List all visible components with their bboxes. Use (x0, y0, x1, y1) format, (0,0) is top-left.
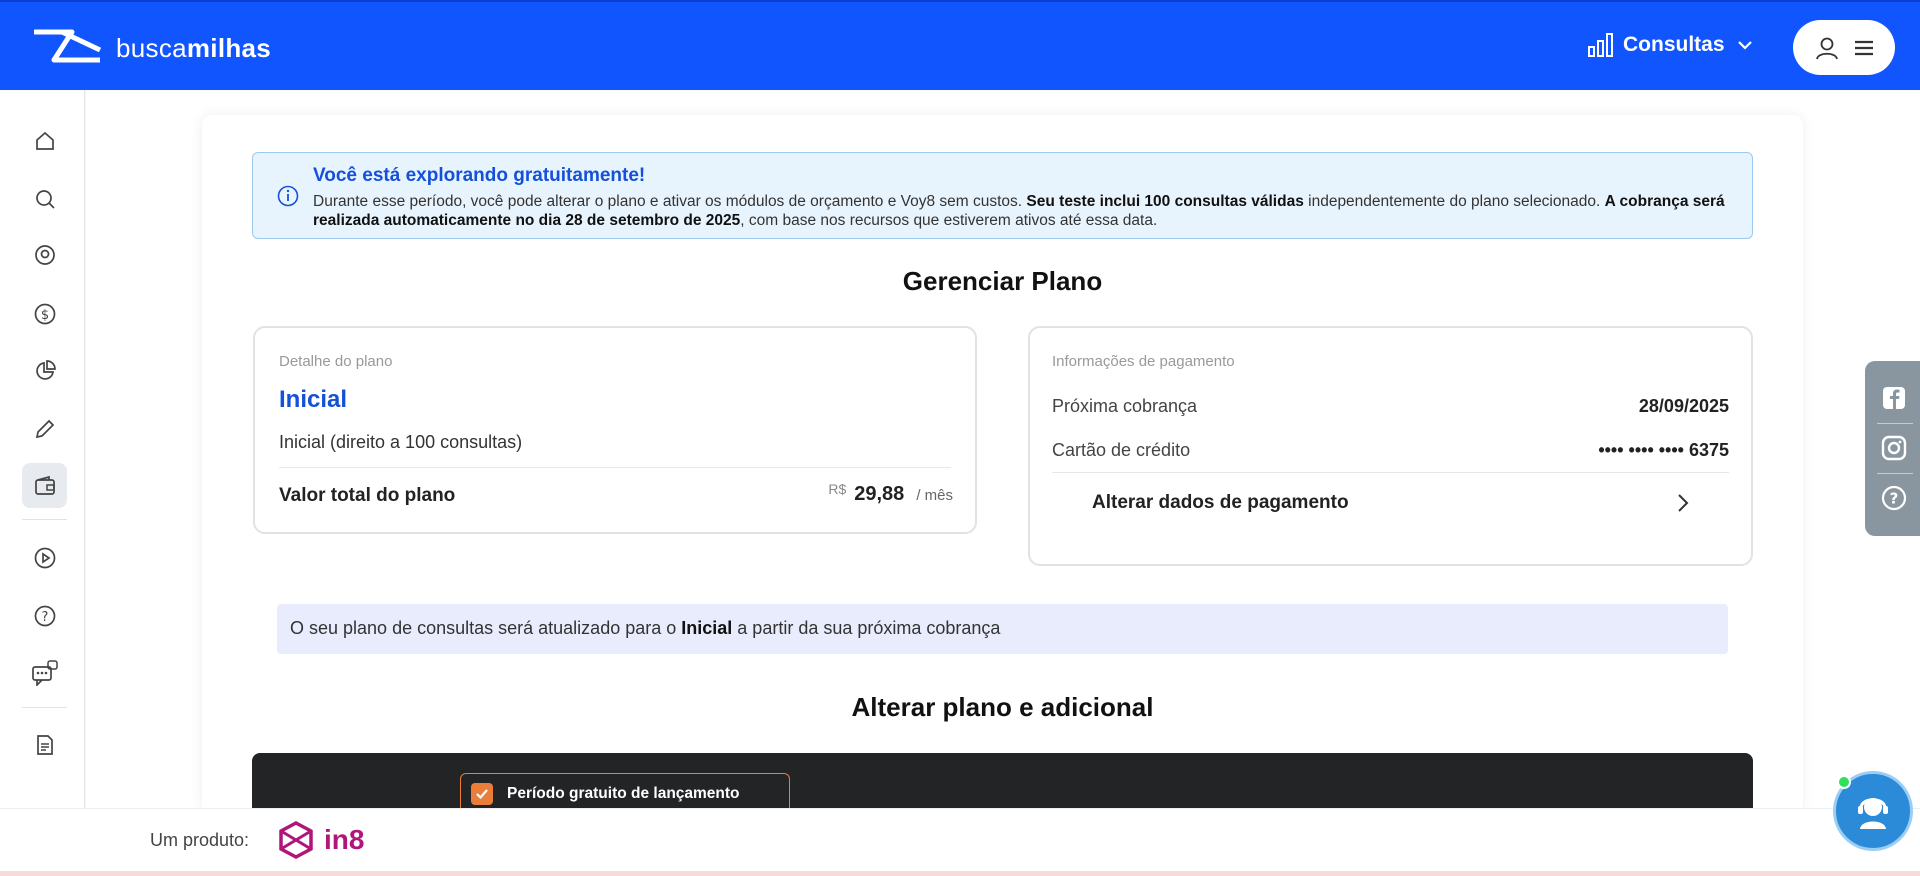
social-rail: ? (1865, 361, 1920, 536)
next-charge-label: Próxima cobrança (1052, 396, 1198, 416)
sidebar-item-edit[interactable] (22, 406, 67, 451)
sidebar-item-home[interactable] (22, 118, 67, 163)
logo-text: buscamilhas (116, 32, 272, 63)
divider (279, 467, 951, 468)
card-value: •••• •••• •••• 6375 (1598, 440, 1729, 460)
footer-label: Um produto: (150, 830, 250, 850)
manage-plan-title: Gerenciar Plano (902, 266, 1103, 296)
price-value: 29,88 (854, 483, 905, 505)
consultas-label: Consultas (1623, 33, 1725, 56)
chevron-right-icon (1678, 494, 1689, 512)
sidebar-item-finance[interactable]: $ (22, 291, 67, 336)
sidebar-divider (22, 519, 67, 520)
top-header: buscamilhas Consultas (0, 0, 1920, 90)
card-label: Cartão de crédito (1052, 440, 1191, 460)
plan-price: R$ 29,88 / mês (828, 481, 953, 506)
price-period: / mês (916, 487, 953, 504)
in8-logo-icon (279, 821, 313, 859)
divider (1052, 472, 1729, 473)
promo-badge: Período gratuito de lançamento (460, 773, 790, 813)
card-row: Cartão de crédito •••• •••• •••• 6375 (1052, 440, 1729, 461)
plan-description: Inicial (direito a 100 consultas) (279, 432, 523, 452)
change-payment-link[interactable]: Alterar dados de pagamento (1092, 492, 1689, 514)
online-status-dot (1837, 775, 1851, 789)
facebook-icon (1883, 387, 1905, 409)
price-currency: R$ (828, 481, 847, 497)
home-icon (35, 131, 54, 150)
sidebar-item-support[interactable] (22, 650, 67, 695)
sidebar-item-help[interactable]: ? (22, 593, 67, 638)
in8-brand-text: in8 (324, 824, 365, 855)
svg-text:$: $ (40, 308, 48, 323)
divider (1877, 473, 1913, 474)
promo-label: Período gratuito de lançamento (507, 784, 740, 802)
footer: Um produto: in8 (0, 808, 1920, 871)
wallet-icon (34, 475, 55, 495)
payment-caption: Informações de pagamento (1052, 353, 1235, 370)
free-trial-notice: Você está explorando gratuitamente! Dura… (252, 152, 1753, 239)
svg-text:?: ? (41, 610, 48, 625)
instagram-icon (1881, 435, 1907, 461)
plan-total-label: Valor total do plano (279, 485, 456, 506)
info-icon (277, 185, 299, 207)
hamburger-menu-icon (1854, 40, 1873, 55)
dollar-icon: $ (34, 303, 55, 324)
map-pin-icon (34, 244, 55, 265)
user-icon (1815, 37, 1838, 59)
logo[interactable]: buscamilhas (32, 28, 271, 68)
bar-chart-icon (1588, 33, 1613, 57)
instagram-link[interactable] (1881, 435, 1907, 461)
search-icon (35, 189, 55, 209)
sidebar-item-reports[interactable] (22, 348, 67, 393)
plan-name: Inicial (279, 386, 348, 413)
pie-chart-icon (35, 359, 56, 380)
play-icon (34, 547, 55, 568)
logo-mark-icon (34, 29, 102, 63)
sidebar-item-documents[interactable] (22, 722, 67, 767)
in8-brand[interactable]: in8 (276, 820, 364, 860)
help-icon: ? (34, 605, 55, 626)
chevron-down-icon (1737, 41, 1752, 50)
chat-bot-icon (31, 659, 58, 686)
help-icon: ? (1881, 485, 1907, 511)
notice-body: Durante esse período, você pode alterar … (313, 193, 1725, 229)
document-icon (36, 734, 53, 755)
sidebar-item-search[interactable] (22, 176, 67, 221)
user-menu-button[interactable] (1793, 20, 1895, 75)
divider (1877, 423, 1913, 424)
change-payment-label: Alterar dados de pagamento (1092, 492, 1349, 513)
checkbox-icon (471, 782, 493, 805)
next-charge-row: Próxima cobrança 28/09/2025 (1052, 396, 1729, 417)
pencil-icon (35, 419, 54, 438)
svg-text:?: ? (1890, 490, 1899, 508)
support-agent-icon (1858, 798, 1888, 829)
sidebar: $ ? (0, 90, 85, 808)
consultas-dropdown[interactable]: Consultas (1587, 32, 1753, 58)
plan-update-banner: O seu plano de consultas será atualizado… (277, 604, 1728, 654)
next-charge-value: 28/09/2025 (1638, 396, 1729, 416)
notice-title: Você está explorando gratuitamente! (313, 165, 646, 186)
sidebar-item-wallet[interactable] (22, 463, 67, 508)
help-link[interactable]: ? (1881, 485, 1907, 511)
plan-detail-caption: Detalhe do plano (279, 353, 393, 370)
sidebar-item-location[interactable] (22, 233, 67, 278)
change-plan-title: Alterar plano e adicional (851, 692, 1154, 722)
facebook-link[interactable] (1881, 385, 1907, 411)
sidebar-divider (22, 707, 67, 708)
bottom-border (0, 871, 1920, 876)
plan-detail-box: Detalhe do plano Inicial Inicial (direit… (253, 326, 977, 534)
payment-info-box: Informações de pagamento Próxima cobranç… (1028, 326, 1753, 566)
sidebar-item-videos[interactable] (22, 535, 67, 580)
